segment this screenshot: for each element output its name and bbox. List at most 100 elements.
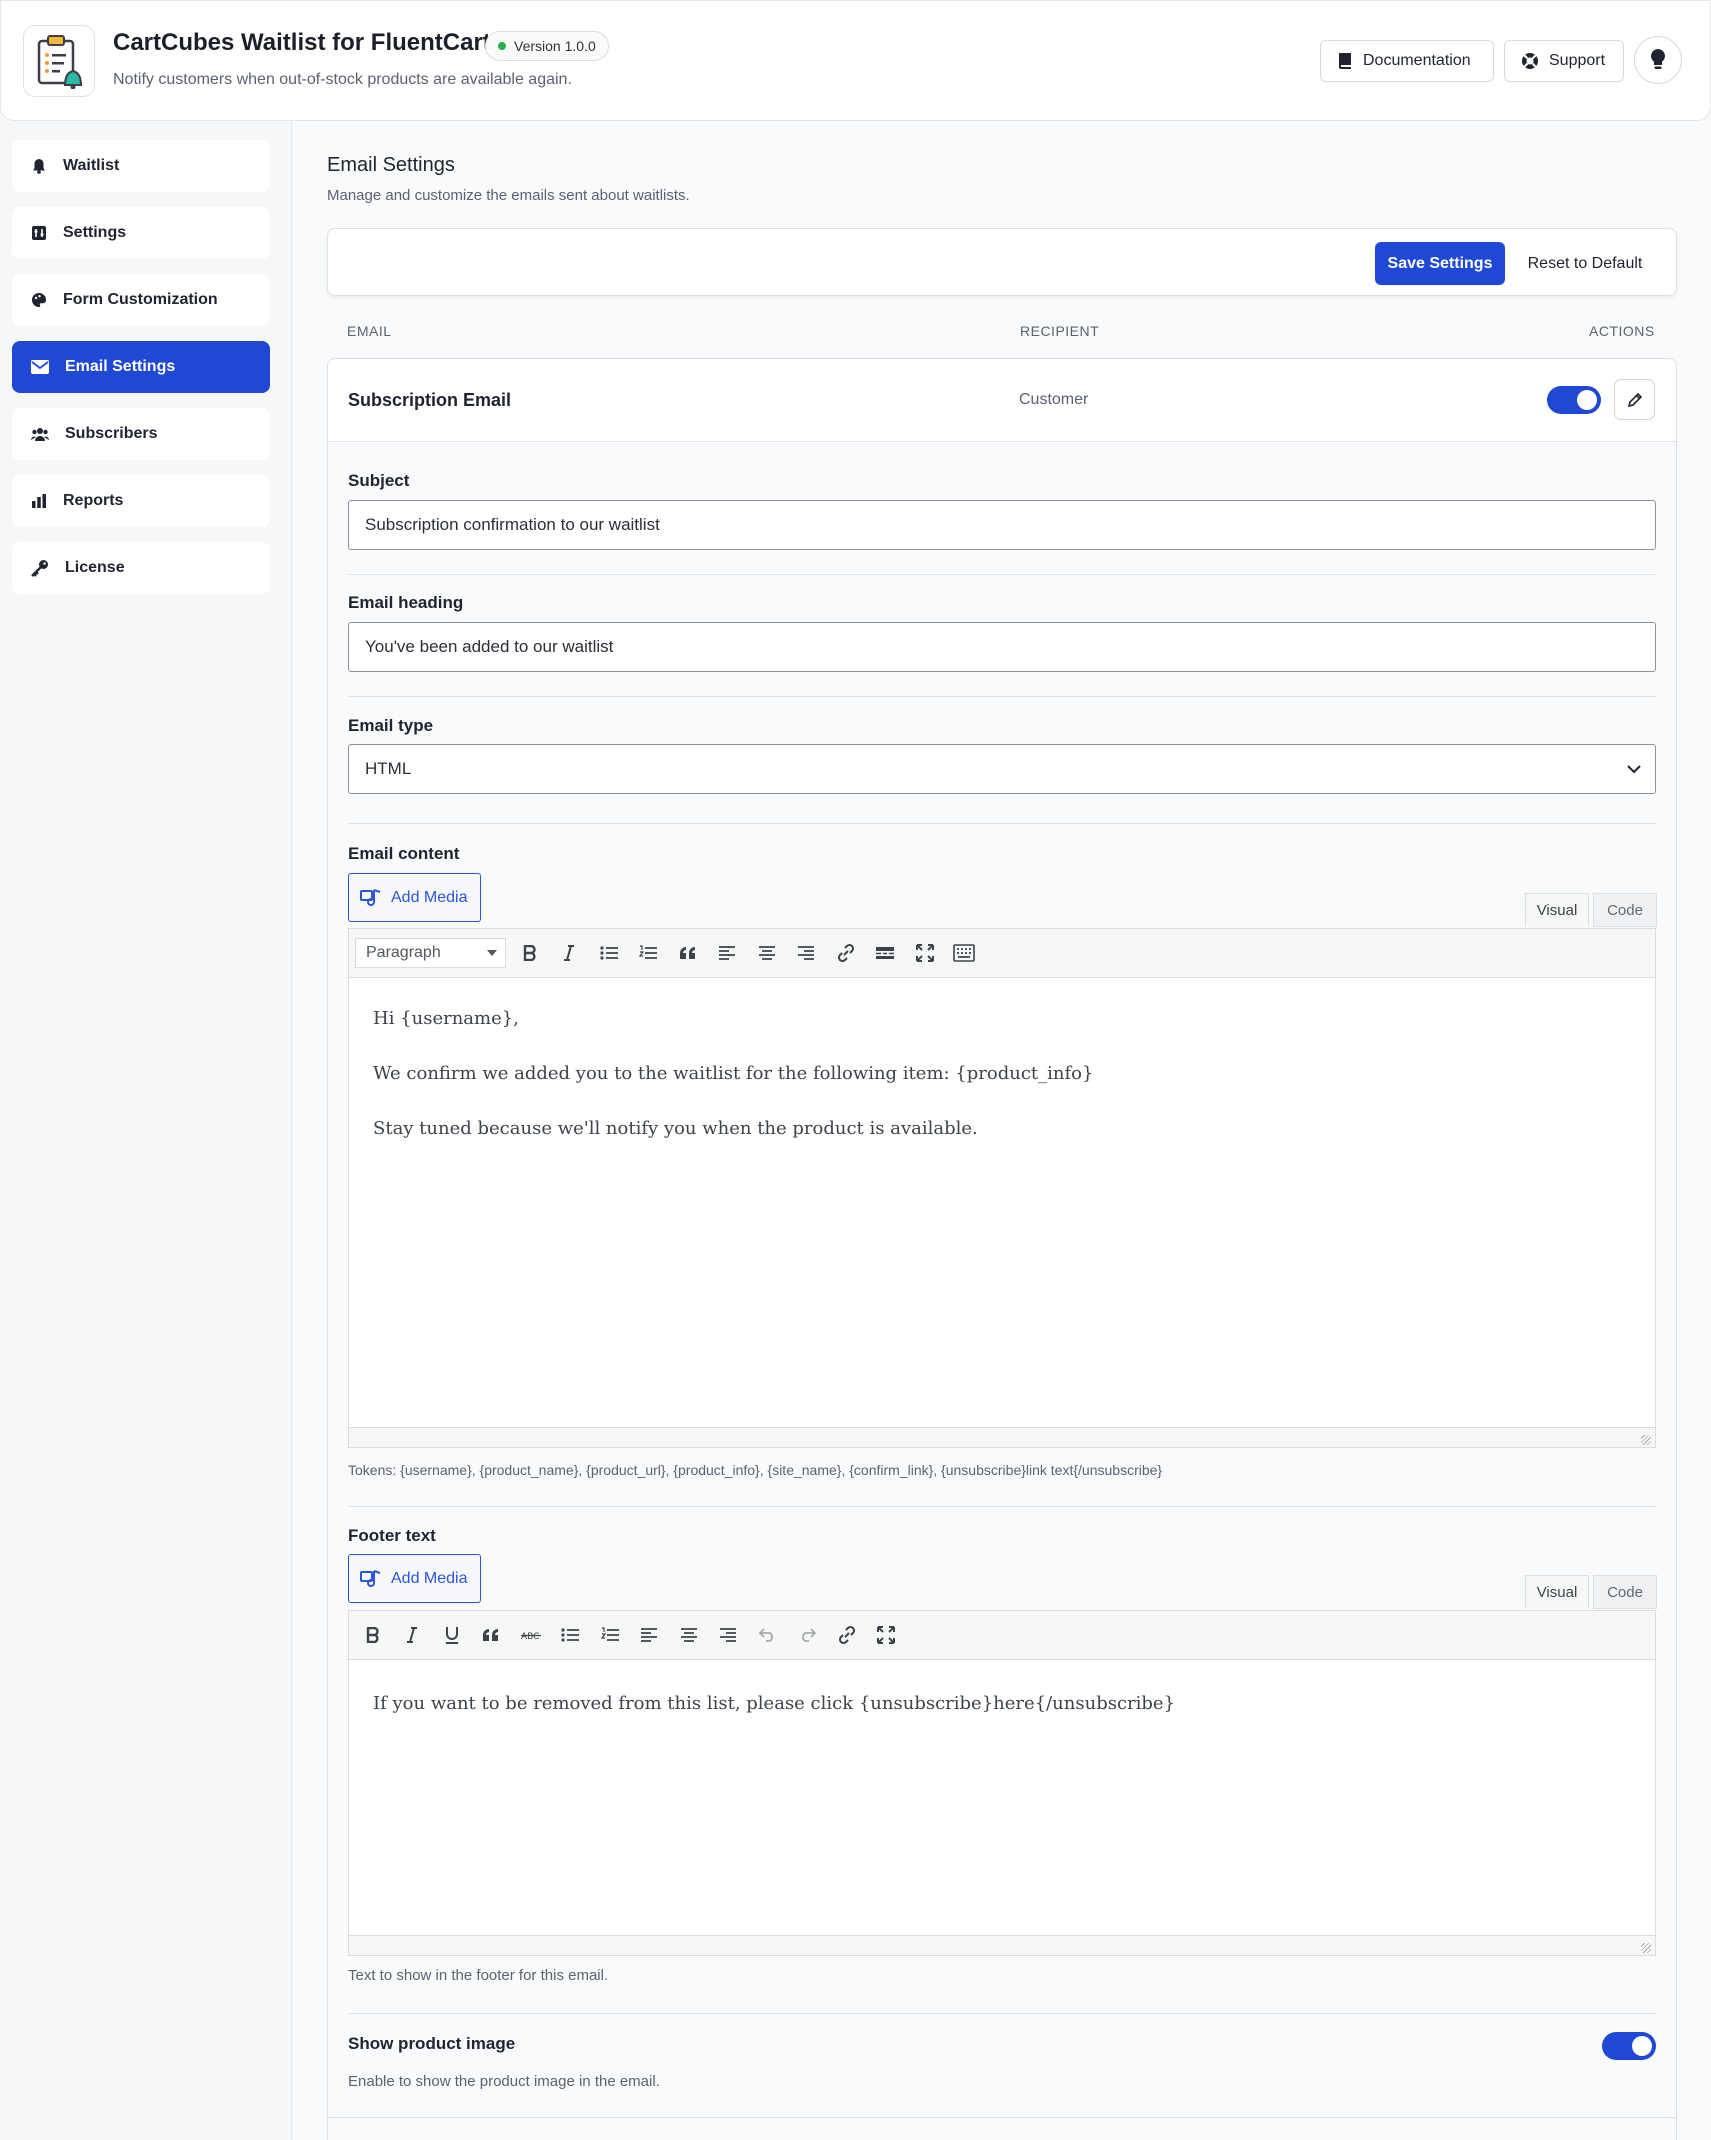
footer-text-help: Text to show in the footer for this emai… xyxy=(348,1967,609,1984)
align-center-icon xyxy=(680,1628,697,1642)
tab-visual[interactable]: Visual xyxy=(1525,1575,1589,1609)
media-icon xyxy=(360,1569,381,1587)
divider xyxy=(348,1506,1656,1507)
blockquote-button[interactable] xyxy=(472,1617,512,1653)
align-left-button[interactable] xyxy=(630,1617,670,1653)
align-center-button[interactable] xyxy=(747,935,787,971)
bullet-list-button[interactable] xyxy=(589,935,629,971)
sidebar-item-subscribers[interactable]: Subscribers xyxy=(12,408,270,460)
envelope-icon xyxy=(31,360,49,374)
reset-to-default-button[interactable]: Reset to Default xyxy=(1510,242,1660,285)
add-media-label: Add Media xyxy=(391,888,468,906)
divider xyxy=(348,2013,1656,2014)
add-media-button[interactable]: Add Media xyxy=(348,1554,481,1603)
underline-icon xyxy=(445,1627,458,1644)
format-select[interactable]: Paragraph xyxy=(355,938,506,968)
redo-button[interactable] xyxy=(788,1617,828,1653)
toolbar-toggle-button[interactable] xyxy=(945,935,985,971)
align-right-button[interactable] xyxy=(787,935,827,971)
italic-button[interactable] xyxy=(550,935,590,971)
align-center-button[interactable] xyxy=(669,1617,709,1653)
sidebar-item-form-customization[interactable]: Form Customization xyxy=(12,274,270,326)
undo-icon xyxy=(758,1628,773,1642)
link-icon xyxy=(838,1625,855,1645)
add-media-label: Add Media xyxy=(391,1569,468,1587)
sidebar-item-label: Subscribers xyxy=(65,425,158,442)
tab-visual[interactable]: Visual xyxy=(1525,893,1589,927)
resize-handle[interactable] xyxy=(1641,1435,1651,1445)
email-heading-input[interactable]: You've been added to our waitlist xyxy=(348,622,1656,672)
email-type-value: HTML xyxy=(365,759,412,778)
read-more-button[interactable] xyxy=(866,935,906,971)
footer-text-label: Footer text xyxy=(348,1526,436,1545)
bold-button[interactable] xyxy=(510,935,550,971)
keyboard-icon xyxy=(953,944,976,962)
clipboard-bell-icon xyxy=(37,35,83,89)
sidebar-item-reports[interactable]: Reports xyxy=(12,475,270,527)
blockquote-button[interactable] xyxy=(668,935,708,971)
italic-icon xyxy=(564,945,575,961)
editor-toolbar: Paragraph xyxy=(348,928,1656,978)
footer-text-editor[interactable]: If you want to be removed from this list… xyxy=(348,1660,1656,1936)
bell-icon xyxy=(33,159,45,174)
email-type-label: Email type xyxy=(348,716,434,735)
sidebar-item-settings[interactable]: Settings xyxy=(12,207,270,259)
fullscreen-button[interactable] xyxy=(867,1617,907,1653)
content-paragraph: We confirm we added you to the waitlist … xyxy=(373,1063,1094,1084)
column-header-email: EMAIL xyxy=(347,323,392,339)
format-select-value: Paragraph xyxy=(366,944,441,961)
fullscreen-icon xyxy=(915,944,934,962)
content-paragraph: Hi {username}, xyxy=(373,1008,519,1029)
show-product-image-toggle[interactable] xyxy=(1602,2032,1656,2060)
bullet-list-button[interactable] xyxy=(551,1617,591,1653)
align-center-icon xyxy=(758,946,775,960)
strikethrough-button[interactable]: ABC xyxy=(511,1617,551,1653)
sidebar-item-license[interactable]: License xyxy=(12,542,270,594)
show-product-image-label: Show product image xyxy=(348,2034,516,2053)
resize-handle[interactable] xyxy=(1641,1943,1651,1953)
underline-button[interactable] xyxy=(432,1617,472,1653)
column-header-actions: ACTIONS xyxy=(1589,323,1655,339)
save-settings-button[interactable]: Save Settings xyxy=(1375,242,1505,285)
quote-icon xyxy=(483,1629,499,1641)
italic-button[interactable] xyxy=(393,1617,433,1653)
subject-input[interactable]: Subscription confirmation to our waitlis… xyxy=(348,500,1656,550)
footer-text: If you want to be removed from this list… xyxy=(373,1693,1176,1714)
numbered-list-icon xyxy=(639,945,658,959)
insert-link-button[interactable] xyxy=(826,935,866,971)
tab-code[interactable]: Code xyxy=(1593,893,1657,927)
lifebuoy-icon xyxy=(1522,53,1538,69)
bold-button[interactable] xyxy=(353,1617,393,1653)
bold-icon xyxy=(523,945,536,961)
sidebar-item-label: License xyxy=(65,559,125,576)
sidebar-item-label: Form Customization xyxy=(63,291,218,308)
email-enabled-toggle[interactable] xyxy=(1547,386,1601,414)
app-logo xyxy=(23,25,95,97)
numbered-list-button[interactable] xyxy=(590,1617,630,1653)
bold-icon xyxy=(366,1627,379,1643)
align-left-button[interactable] xyxy=(708,935,748,971)
align-right-icon xyxy=(798,946,815,960)
theme-toggle-button[interactable] xyxy=(1634,36,1682,84)
add-media-button[interactable]: Add Media xyxy=(348,873,481,922)
sidebar-item-email-settings[interactable]: Email Settings xyxy=(12,341,270,393)
support-button[interactable]: Support xyxy=(1504,40,1624,82)
editor-toolbar: ABC xyxy=(348,1610,1656,1660)
align-right-button[interactable] xyxy=(709,1617,749,1653)
caret-down-icon xyxy=(487,950,497,956)
content-paragraph: Stay tuned because we'll notify you when… xyxy=(373,1118,978,1139)
sidebar-item-waitlist[interactable]: Waitlist xyxy=(12,140,270,192)
undo-button[interactable] xyxy=(748,1617,788,1653)
column-header-recipient: RECIPIENT xyxy=(1020,323,1100,339)
edit-email-button[interactable] xyxy=(1614,379,1655,420)
fullscreen-button[interactable] xyxy=(905,935,945,971)
documentation-button[interactable]: Documentation xyxy=(1320,40,1494,82)
email-type-select[interactable]: HTML xyxy=(348,744,1656,794)
numbered-list-button[interactable] xyxy=(629,935,669,971)
insert-link-button[interactable] xyxy=(827,1617,867,1653)
email-content-editor[interactable]: Hi {username}, We confirm we added you t… xyxy=(348,978,1656,1428)
tab-code[interactable]: Code xyxy=(1593,1575,1657,1609)
lightbulb-icon xyxy=(1651,49,1665,69)
sidebar-item-label: Waitlist xyxy=(63,157,120,174)
book-icon xyxy=(1339,53,1351,69)
